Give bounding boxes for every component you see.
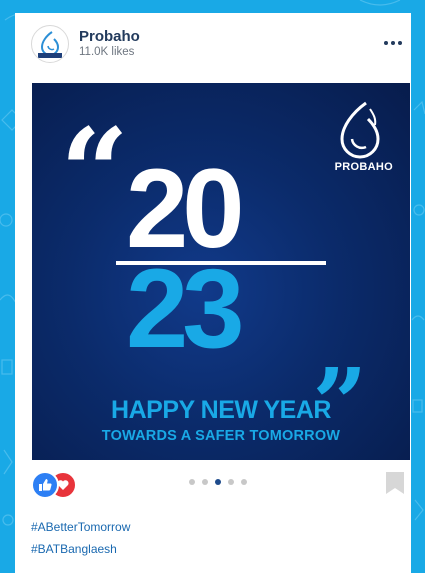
quote-close: „ (314, 292, 370, 405)
dot (391, 41, 395, 45)
like-reaction[interactable] (31, 471, 59, 499)
post-headline: HAPPY NEW YEAR (111, 396, 331, 424)
carousel-dot[interactable] (202, 479, 208, 485)
hashtag-batbanglaesh[interactable]: #BATBanglaesh (31, 542, 130, 556)
carousel-indicator (189, 479, 247, 485)
carousel-dot[interactable] (215, 479, 221, 485)
thumbs-up-icon (39, 479, 52, 491)
post-card: Probaho 11.0K likes PROBAHO “ 20 23 „ HA… (15, 13, 411, 573)
post-subline: TOWARDS A SAFER TOMORROW (101, 428, 341, 444)
probaho-logo-icon (38, 31, 62, 58)
post-header: Probaho 11.0K likes (15, 13, 411, 73)
brand-name: PROBAHO (334, 161, 393, 173)
page-avatar[interactable] (31, 25, 69, 63)
bookmark-icon[interactable] (385, 471, 405, 495)
page-likes: 11.0K likes (79, 46, 135, 58)
carousel-dot[interactable] (189, 479, 195, 485)
more-options-button[interactable] (379, 35, 407, 51)
page-name[interactable]: Probaho (79, 28, 140, 45)
year-bottom: 23 (126, 246, 245, 371)
quote-open: “ (60, 102, 130, 243)
dot (384, 41, 388, 45)
post-image[interactable]: PROBAHO “ 20 23 „ HAPPY NEW YEAR TOWARDS… (32, 83, 410, 460)
hashtag-list: #ABetterTomorrow #BATBanglaesh (31, 520, 130, 564)
carousel-dot[interactable] (241, 479, 247, 485)
hashtag-abettertomorrow[interactable]: #ABetterTomorrow (31, 520, 130, 534)
carousel-dot[interactable] (228, 479, 234, 485)
dot (398, 41, 402, 45)
post-actions (15, 467, 411, 503)
